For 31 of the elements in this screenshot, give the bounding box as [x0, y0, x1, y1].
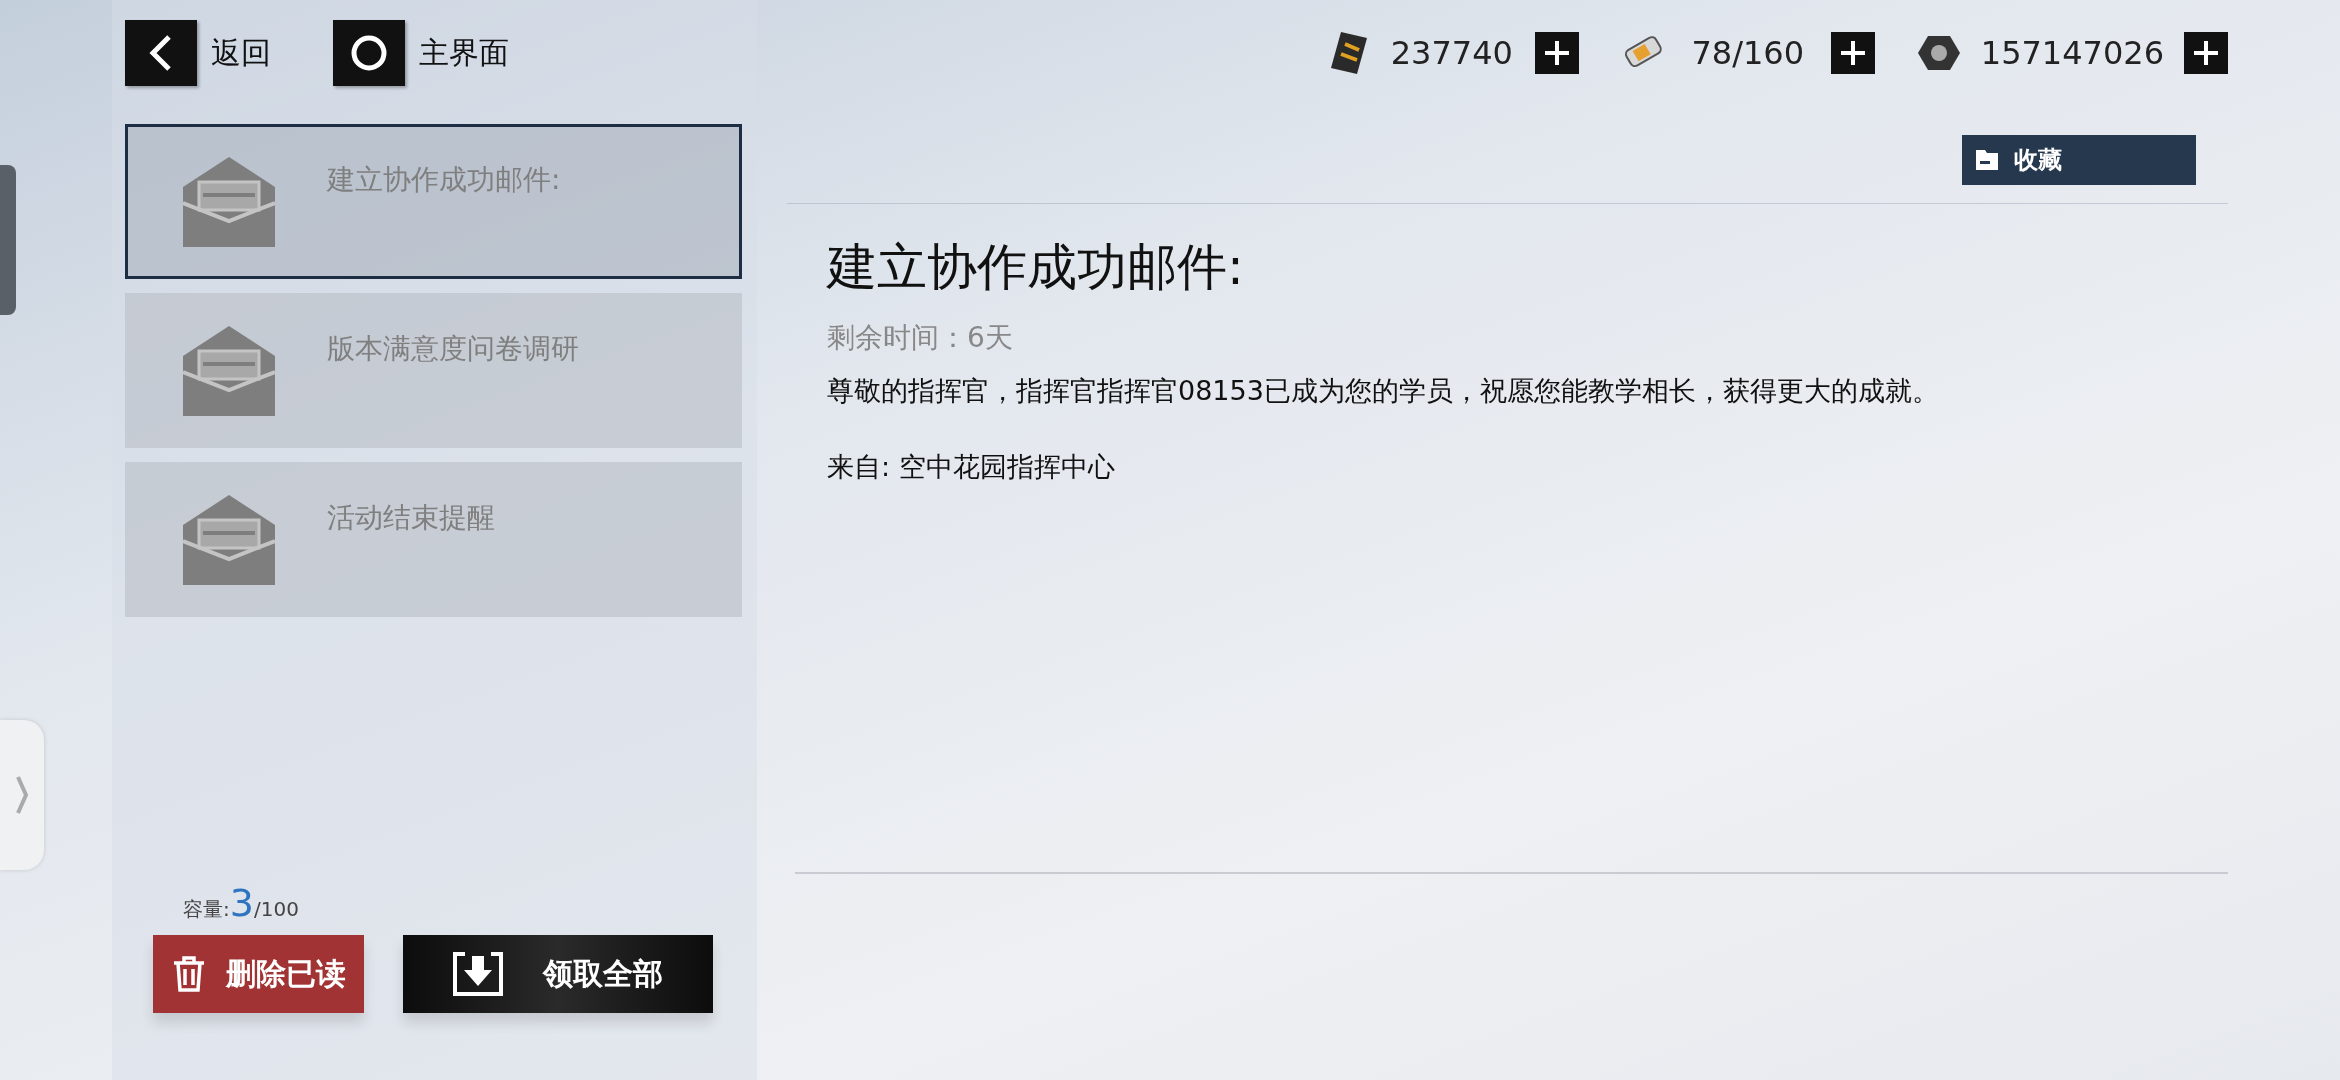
nut-icon — [1916, 33, 1961, 73]
currency-amount: 157147026 — [1980, 34, 2164, 72]
envelope-icon — [183, 495, 275, 585]
trash-icon — [171, 955, 206, 993]
mail-body: 尊敬的指挥官，指挥官指挥官08153已成为您的学员，祝愿您能教学相长，获得更大的成就。 — [827, 374, 1940, 408]
capacity-text: 容量:3/100 — [183, 881, 300, 925]
add-button[interactable] — [1830, 32, 1875, 74]
expand-handle[interactable] — [0, 720, 44, 870]
chevron-icon — [15, 775, 29, 815]
mail-title: 建立协作成功邮件: — [827, 237, 1245, 298]
currency-amount: 237740 — [1389, 34, 1514, 72]
delete-read-button[interactable]: 删除已读 — [153, 935, 364, 1013]
download-icon — [453, 952, 503, 996]
folder-icon — [1976, 150, 1998, 170]
back-button[interactable]: 返回 — [125, 20, 271, 86]
add-button[interactable] — [1534, 32, 1579, 74]
currency-amount: 78/160 — [1690, 34, 1806, 72]
mail-sender: 来自: 空中花园指挥中心 — [827, 450, 1116, 484]
home-button[interactable]: 主界面 — [333, 20, 509, 86]
plus-icon — [1542, 39, 1571, 67]
circle-icon — [349, 33, 389, 73]
envelope-icon — [183, 326, 275, 416]
side-handle[interactable] — [0, 165, 16, 315]
plus-icon — [1838, 39, 1867, 67]
remaining-time: 剩余时间：6天 — [827, 320, 1014, 356]
card-icon — [1328, 30, 1369, 76]
plus-icon — [2192, 39, 2220, 67]
envelope-icon — [183, 157, 275, 247]
favorite-button[interactable]: 收藏 — [1962, 135, 2196, 185]
collect-all-button[interactable]: 领取全部 — [403, 935, 713, 1013]
add-button[interactable] — [2184, 32, 2228, 74]
